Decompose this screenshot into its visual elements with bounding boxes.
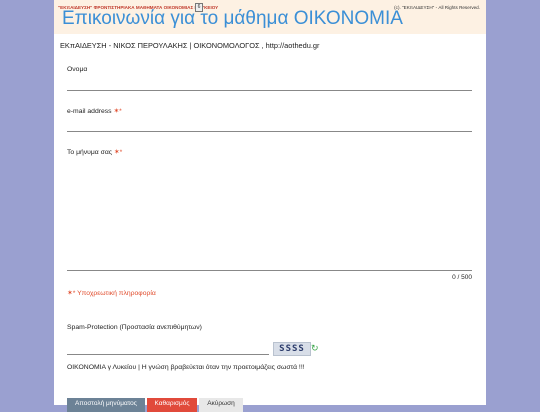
header-bar: "ΕΚπΑΙΔΕΥΣΗ" ΦΡΟΝΤΙΣΤΗΡΙΑΚΑ ΜΑΘΗΜΑΤΑ ΟΙΚ… <box>54 0 486 34</box>
required-marker-icon: ✶* <box>113 108 122 115</box>
captcha-image: SSSS <box>273 342 311 356</box>
message-label-text: Το μήνυμα σας <box>67 149 113 156</box>
refresh-captcha-icon[interactable]: ↻ <box>311 343 319 354</box>
send-button[interactable]: Αποστολή μηνύματος <box>67 398 145 412</box>
email-label-text: e-mail address <box>67 108 112 115</box>
page-title: Επικοινωνία για το μάθημα ΟΙΚΟΝΟΜΙΑ <box>62 8 403 29</box>
captcha-input[interactable] <box>67 354 269 355</box>
spam-protection-label: Spam-Protection (Προστασία ανεπιθύμητων) <box>67 324 202 331</box>
required-note: ✶* Υποχρεωτική πληροφορία <box>67 290 156 297</box>
cancel-button[interactable]: Ακύρωση <box>199 398 243 412</box>
footer-text: ΟΙΚΟΝΟΜΙΑ γ Λυκείου | Η γνώση βραβεύεται… <box>67 364 305 371</box>
copyright-text: (c). "ΕΚπΑΙΔΕΥΣΗ" - All Rights Reserved. <box>394 5 480 10</box>
contact-panel: "ΕΚπΑΙΔΕΥΣΗ" ΦΡΟΝΤΙΣΤΗΡΙΑΚΑ ΜΑΘΗΜΑΤΑ ΟΙΚ… <box>54 0 486 412</box>
page-subtitle: ΕΚπΑΙΔΕΥΣΗ - ΝΙΚΟΣ ΠΕΡΟΥΛΑΚΗΣ | ΟΙΚΟΝΟΜΟ… <box>60 41 320 50</box>
email-field[interactable] <box>67 131 472 132</box>
message-label: Το μήνυμα σας ✶* <box>67 148 122 156</box>
name-label: Ονομα <box>67 66 88 73</box>
required-marker-icon: ✶* <box>113 149 123 156</box>
clear-button[interactable]: Καθαρισμός <box>147 398 197 412</box>
email-label: e-mail address ✶* <box>67 107 122 115</box>
name-field[interactable] <box>67 90 472 91</box>
character-counter: 0 / 500 <box>452 274 472 281</box>
message-textarea[interactable] <box>67 270 472 271</box>
